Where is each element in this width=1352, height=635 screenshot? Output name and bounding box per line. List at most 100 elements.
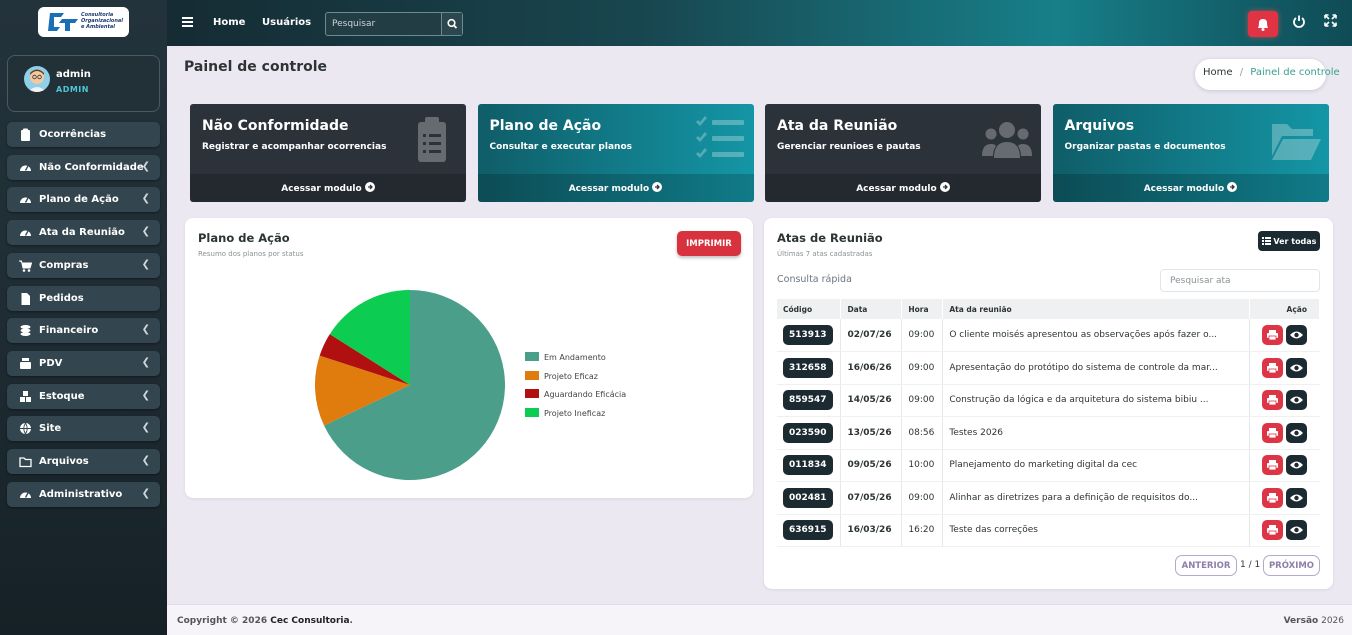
print-ata-button[interactable] bbox=[1262, 487, 1284, 508]
table-row[interactable]: 636915 16/03/26 16:20 Teste das correções bbox=[777, 514, 1320, 547]
page-title: Painel de controle bbox=[184, 59, 328, 75]
view-ata-button[interactable] bbox=[1286, 520, 1308, 541]
sidebar-item[interactable]: Ata da Reunião ❮ bbox=[7, 220, 160, 246]
print-ata-button[interactable] bbox=[1262, 455, 1284, 476]
table-row[interactable]: 859547 14/05/26 09:00 Construção da lógica … bbox=[777, 384, 1320, 417]
sidebar-item[interactable]: Site ❮ bbox=[7, 416, 160, 442]
printer-icon bbox=[1267, 460, 1279, 471]
sidebar: Consultoria Organizacional e Ambiental a… bbox=[0, 0, 167, 635]
dashboard-icon bbox=[20, 230, 31, 237]
ata-date: 16/03/26 bbox=[840, 514, 903, 547]
sidebar-item[interactable]: Compras ❮ bbox=[7, 252, 160, 278]
card-access-link[interactable]: Acessar modulo bbox=[190, 174, 466, 202]
sidebar-item[interactable]: Ocorrências bbox=[7, 122, 160, 147]
search-button[interactable] bbox=[441, 13, 462, 35]
sidebar-item[interactable]: Não Conformidade ❮ bbox=[7, 154, 160, 180]
user-panel[interactable]: admin ADMIN bbox=[7, 55, 160, 112]
card-access-link[interactable]: Acessar modulo bbox=[1052, 174, 1329, 202]
table-row[interactable]: 002481 07/05/26 09:00 Alinhar as diretrizes… bbox=[777, 481, 1320, 515]
legend-swatch bbox=[525, 389, 539, 399]
power-icon[interactable] bbox=[1292, 14, 1306, 28]
ata-search-input[interactable] bbox=[1160, 269, 1320, 292]
atas-table: Código Data Hora Ata da reunião Ação 513913 0… bbox=[777, 299, 1320, 547]
print-button[interactable]: IMPRIMIR bbox=[677, 231, 741, 256]
table-row[interactable]: 023590 13/05/26 08:56 Testes 2026 bbox=[777, 416, 1320, 450]
nav-home-link[interactable]: Home bbox=[213, 17, 245, 28]
view-ata-button[interactable] bbox=[1286, 357, 1308, 378]
view-ata-button[interactable] bbox=[1286, 455, 1308, 476]
card-link-label: Acessar modulo bbox=[856, 184, 937, 194]
company-logo[interactable]: Consultoria Organizacional e Ambiental bbox=[38, 7, 129, 37]
footer-dot: . bbox=[349, 616, 353, 626]
search-icon bbox=[447, 18, 458, 29]
legend-item[interactable]: Projeto Ineficaz bbox=[525, 408, 605, 418]
chevron-left-icon: ❮ bbox=[141, 160, 150, 172]
ata-time: 09:00 bbox=[901, 481, 944, 515]
top-search-input[interactable] bbox=[326, 13, 442, 35]
card-access-link[interactable]: Acessar modulo bbox=[765, 174, 1041, 202]
ata-title: Apresentação do protótipo do sistema de … bbox=[942, 351, 1251, 385]
ata-title: Planejamento do marketing digital da cec bbox=[942, 449, 1251, 482]
sidebar-item[interactable]: Financeiro ❮ bbox=[7, 318, 160, 344]
table-row[interactable]: 312658 16/06/26 09:00 Apresentação do protó… bbox=[777, 351, 1320, 385]
arrow-circle-right-icon bbox=[364, 182, 375, 192]
cart-icon bbox=[19, 260, 32, 272]
column-header: Hora bbox=[901, 299, 944, 319]
bell-icon bbox=[1258, 19, 1268, 31]
printer-icon bbox=[1267, 395, 1279, 406]
printer-icon bbox=[1267, 492, 1279, 504]
prev-page-button[interactable]: ANTERIOR bbox=[1175, 555, 1237, 576]
legend-item[interactable]: Aguardando Eficácia bbox=[525, 389, 626, 399]
ata-title: Teste das correções bbox=[942, 514, 1251, 547]
checklist-icon bbox=[695, 116, 744, 158]
sidebar-item[interactable]: Arquivos ❮ bbox=[7, 449, 160, 474]
footer-company[interactable]: Cec Consultoria bbox=[270, 616, 349, 626]
list-icon bbox=[1261, 236, 1271, 245]
plano-panel-subtitle: Resumo dos planos por status bbox=[198, 250, 304, 258]
menu-toggle-icon[interactable] bbox=[182, 17, 193, 27]
print-ata-button[interactable] bbox=[1262, 357, 1284, 378]
sidebar-item[interactable]: Estoque ❮ bbox=[7, 383, 160, 409]
view-ata-button[interactable] bbox=[1286, 487, 1308, 508]
print-ata-button[interactable] bbox=[1262, 390, 1284, 411]
sidebar-item[interactable]: Plano de Ação ❮ bbox=[7, 187, 160, 213]
chevron-left-icon: ❮ bbox=[141, 324, 150, 336]
ata-date: 02/07/26 bbox=[840, 319, 903, 352]
arrow-circle-right-icon bbox=[652, 182, 663, 192]
table-row[interactable]: 513913 02/07/26 09:00 O cliente moisés apre… bbox=[777, 319, 1320, 352]
breadcrumb-separator: / bbox=[1239, 67, 1244, 78]
top-navbar: Home Usuários bbox=[167, 0, 1352, 46]
card-access-link[interactable]: Acessar modulo bbox=[477, 174, 754, 202]
card-link-label: Acessar modulo bbox=[281, 184, 362, 194]
nav-users-link[interactable]: Usuários bbox=[262, 17, 311, 28]
chevron-left-icon: ❮ bbox=[141, 389, 150, 401]
sidebar-item[interactable]: Administrativo ❮ bbox=[7, 481, 160, 507]
logo-text-3: e Ambiental bbox=[81, 24, 115, 30]
view-ata-button[interactable] bbox=[1286, 325, 1308, 345]
printer-icon bbox=[1267, 330, 1279, 341]
breadcrumb-home[interactable]: Home bbox=[1203, 67, 1233, 78]
ata-title: Construção da lógica e da arquitetura do… bbox=[942, 384, 1251, 417]
table-row[interactable]: 011834 09/05/26 10:00 Planejamento do marke… bbox=[777, 449, 1320, 482]
ata-date: 07/05/26 bbox=[840, 481, 903, 515]
plano-panel-title: Plano de Ação bbox=[198, 231, 290, 245]
sidebar-item[interactable]: PDV ❮ bbox=[7, 350, 160, 376]
view-all-label: Ver todas bbox=[1273, 236, 1317, 246]
print-ata-button[interactable] bbox=[1262, 422, 1284, 443]
legend-item[interactable]: Em Andamento bbox=[525, 352, 606, 362]
next-page-button[interactable]: PRÓXIMO bbox=[1263, 555, 1320, 576]
logo-mark-icon bbox=[48, 13, 78, 31]
fullscreen-icon[interactable] bbox=[1324, 14, 1337, 27]
boxes-icon bbox=[20, 390, 31, 402]
sidebar-item-label: Ocorrências bbox=[39, 129, 107, 140]
notifications-button[interactable] bbox=[1248, 11, 1278, 37]
print-ata-button[interactable] bbox=[1262, 520, 1284, 541]
view-ata-button[interactable] bbox=[1286, 422, 1308, 443]
sidebar-item-label: Não Conformidade bbox=[39, 161, 144, 173]
ata-code: 312658 bbox=[783, 357, 833, 378]
sidebar-item[interactable]: Pedidos bbox=[7, 285, 160, 311]
print-ata-button[interactable] bbox=[1262, 325, 1284, 345]
legend-item[interactable]: Projeto Eficaz bbox=[525, 370, 598, 381]
view-all-button[interactable]: Ver todas bbox=[1258, 231, 1320, 251]
view-ata-button[interactable] bbox=[1286, 390, 1308, 411]
